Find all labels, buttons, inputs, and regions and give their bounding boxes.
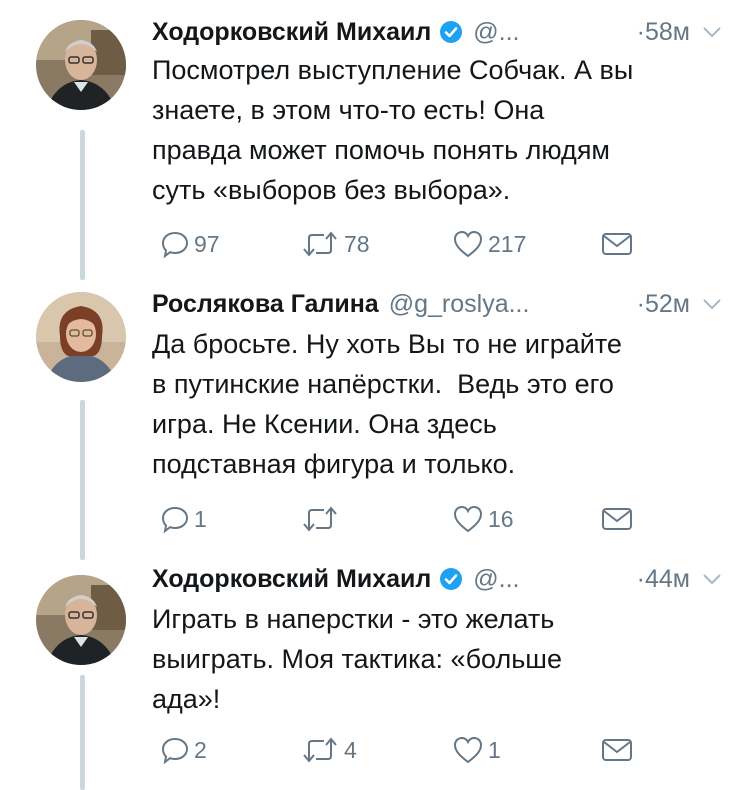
tweet-text: Посмотрел выступление Собчак. А вы знает… (152, 55, 634, 205)
retweet-icon (303, 737, 337, 763)
like-count: 217 (488, 230, 527, 257)
author-name[interactable]: Рослякова Галина (152, 290, 379, 319)
author-handle[interactable]: @... (473, 18, 519, 47)
envelope-icon (602, 508, 632, 530)
reply-icon (161, 506, 189, 534)
retweet-button[interactable]: 78 (300, 227, 370, 261)
like-count: 1 (488, 736, 501, 763)
verified-badge-icon (440, 21, 463, 43)
author-name[interactable]: Ходорковский Михаил (152, 565, 431, 594)
reply-icon (161, 231, 189, 259)
dm-button[interactable] (600, 227, 634, 261)
chevron-down-icon[interactable] (702, 297, 722, 311)
verified-badge-icon (440, 568, 463, 590)
retweet-icon (303, 506, 337, 532)
reply-button[interactable]: 1 (160, 502, 207, 536)
timestamp[interactable]: ·52м (637, 290, 690, 319)
tweet-header: Рослякова Галина @g_roslya... ·52м (152, 286, 722, 322)
heart-icon (453, 736, 483, 764)
tweet-actions: 2 4 1 (152, 733, 750, 767)
tweet-text: Играть в наперстки - это желать выиграть… (152, 604, 562, 714)
timestamp[interactable]: ·58м (637, 18, 690, 47)
chevron-down-icon[interactable] (702, 572, 722, 586)
tweet-header: Ходорковский Михаил @... ·44м (152, 561, 722, 597)
tweet[interactable]: Ходорковский Михаил @... ·44м Играть в н… (0, 555, 750, 790)
reply-count: 97 (194, 230, 220, 257)
reply-button[interactable]: 97 (160, 227, 220, 261)
chevron-down-icon[interactable] (702, 25, 722, 39)
avatar[interactable] (36, 20, 126, 110)
tweet-header: Ходорковский Михаил @... ·58м (152, 14, 722, 50)
retweet-icon (303, 231, 337, 257)
tweet-actions: 1 16 (152, 502, 750, 536)
author-handle[interactable]: @g_roslya... (389, 290, 530, 319)
like-count: 16 (488, 505, 514, 532)
envelope-icon (602, 233, 632, 255)
timestamp[interactable]: ·44м (637, 565, 690, 594)
reply-count: 2 (194, 736, 207, 763)
tweet[interactable]: Рослякова Галина @g_roslya... ·52м Да бр… (0, 280, 750, 550)
retweet-count: 78 (344, 230, 370, 257)
dm-button[interactable] (600, 733, 634, 767)
reply-count: 1 (194, 505, 207, 532)
like-button[interactable]: 16 (452, 502, 514, 536)
tweet[interactable]: Ходорковский Михаил @... ·58м Посмотрел … (0, 0, 750, 270)
envelope-icon (602, 739, 632, 761)
reply-icon (161, 737, 189, 765)
retweet-button[interactable]: 4 (300, 733, 357, 767)
avatar[interactable] (36, 575, 126, 665)
author-name[interactable]: Ходорковский Михаил (152, 18, 431, 47)
like-button[interactable]: 1 (452, 733, 501, 767)
retweet-count: 4 (344, 736, 357, 763)
reply-button[interactable]: 2 (160, 733, 207, 767)
tweet-actions: 97 78 217 (152, 227, 750, 261)
heart-icon (453, 505, 483, 533)
dm-button[interactable] (600, 502, 634, 536)
author-handle[interactable]: @... (473, 565, 519, 594)
avatar[interactable] (36, 292, 126, 382)
like-button[interactable]: 217 (452, 227, 526, 261)
heart-icon (453, 230, 483, 258)
tweet-text: Да бросьте. Ну хоть Вы то не играйте в п… (152, 329, 622, 479)
retweet-button[interactable] (300, 502, 344, 536)
